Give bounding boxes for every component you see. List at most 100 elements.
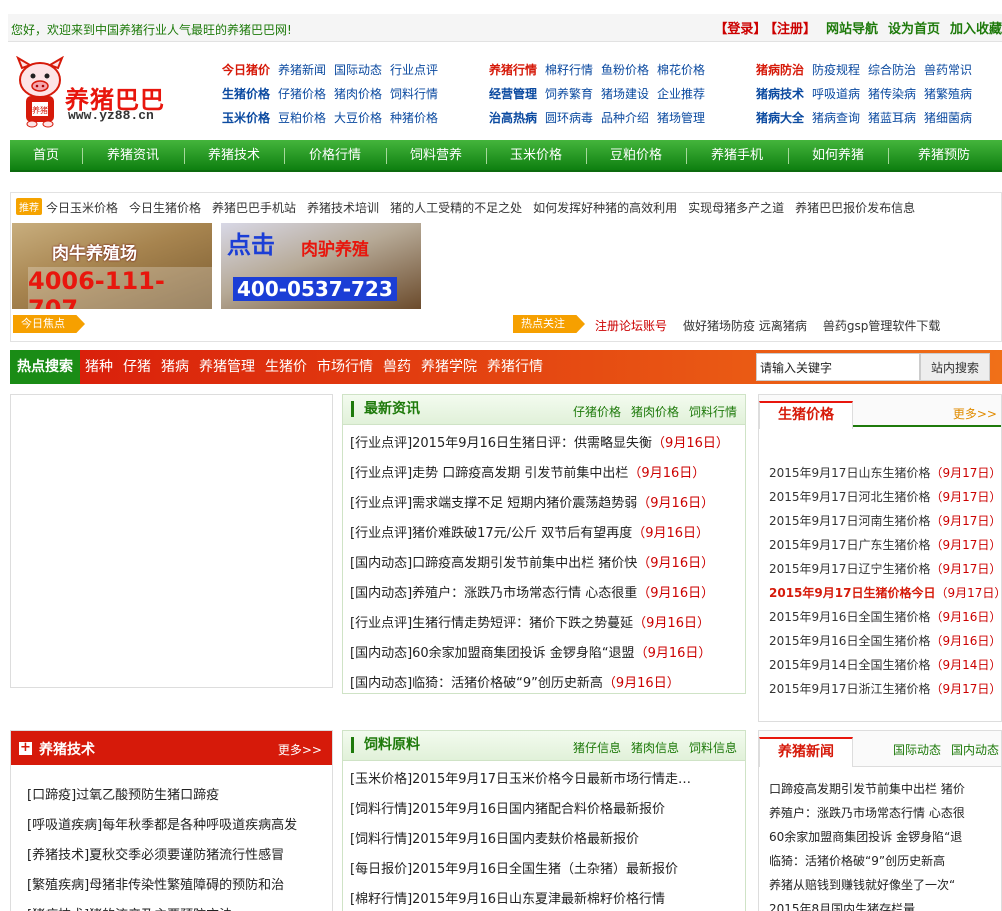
list-item[interactable]: [行业点评]生猪行情走势短评：猪价下跌之势蔓延（9月16日）: [350, 609, 745, 639]
header-nav-link[interactable]: 大豆价格: [334, 111, 382, 125]
header-nav-link[interactable]: 行业点评: [390, 63, 438, 77]
header-nav-link[interactable]: 猪传染病: [868, 87, 916, 101]
recommend-link[interactable]: 养猪巴巴手机站: [212, 201, 296, 215]
header-nav-link[interactable]: 企业推荐: [657, 87, 705, 101]
header-nav-link[interactable]: 种猪价格: [390, 111, 438, 125]
main-nav-item[interactable]: 养猪技术: [184, 140, 284, 172]
list-item[interactable]: [饲料行情]2015年9月16日国内猪配合料价格最新报价: [350, 795, 745, 825]
list-item[interactable]: 2015年9月17日辽宁生猪价格（9月17日）: [769, 557, 1001, 581]
recommend-link[interactable]: 实现母猪多产之道: [688, 201, 784, 215]
set-home-link[interactable]: 设为首页: [888, 22, 940, 37]
main-nav-item[interactable]: 豆粕价格: [586, 140, 686, 172]
list-item[interactable]: 60余家加盟商集团投诉 金锣身陷“退: [769, 825, 1001, 849]
header-nav-link[interactable]: 品种介绍: [601, 111, 649, 125]
hot-link[interactable]: 做好猪场防疫 远离猪病: [683, 319, 807, 333]
list-item[interactable]: [行业点评]猪价难跌破17元/公斤 双节后有望再度（9月16日）: [350, 519, 745, 549]
site-logo[interactable]: 养猪 养猪巴巴 www.yz88.cn: [10, 54, 180, 130]
site-search-button[interactable]: 站内搜索: [920, 353, 990, 381]
list-item[interactable]: [行业点评]需求端支撑不足 短期内猪价震荡趋势弱（9月16日）: [350, 489, 745, 519]
list-item[interactable]: 2015年9月16日全国生猪价格（9月16日）: [769, 629, 1001, 653]
hot-search-word[interactable]: 生猪价: [265, 359, 307, 375]
pig-price-tab[interactable]: 生猪价格: [759, 401, 853, 429]
more-link[interactable]: 猪仔信息: [573, 741, 621, 755]
header-nav-head[interactable]: 猪病防治: [756, 63, 804, 77]
header-nav-link[interactable]: 呼吸道病: [812, 87, 860, 101]
more-link[interactable]: 猪肉信息: [631, 741, 679, 755]
pig-tech-more-link[interactable]: 更多>>: [278, 741, 322, 758]
search-input[interactable]: [756, 353, 920, 381]
list-item[interactable]: 养猪从赔钱到赚钱就好像坐了一次“: [769, 873, 1001, 897]
header-nav-link[interactable]: 豆粕价格: [278, 111, 326, 125]
recommend-link[interactable]: 养猪巴巴报价发布信息: [795, 201, 915, 215]
hot-link[interactable]: 注册论坛账号: [595, 319, 667, 333]
header-nav-head[interactable]: 猪病大全: [756, 111, 804, 125]
hot-search-word[interactable]: 猪种: [85, 359, 113, 375]
list-item[interactable]: 2015年9月16日全国生猪价格（9月16日）: [769, 605, 1001, 629]
header-nav-link[interactable]: 圆环病毒: [545, 111, 593, 125]
header-nav-link[interactable]: 棉花价格: [657, 63, 705, 77]
header-nav-link[interactable]: 饲养繁育: [545, 87, 593, 101]
header-nav-link[interactable]: 猪场建设: [601, 87, 649, 101]
list-item[interactable]: 临猗：活猪价格破“9”创历史新高: [769, 849, 1001, 873]
register-link[interactable]: 【注册】: [770, 22, 816, 37]
list-item[interactable]: [玉米价格]2015年9月17日玉米价格今日最新市场行情走…: [350, 765, 745, 795]
header-nav-link[interactable]: 养猪新闻: [278, 63, 326, 77]
more-link[interactable]: 仔猪价格: [573, 405, 621, 419]
list-item[interactable]: 2015年9月17日河北生猪价格（9月17日）: [769, 485, 1001, 509]
recommend-link[interactable]: 今日生猪价格: [129, 201, 201, 215]
beef-cattle-banner[interactable]: 肉牛养殖场 4006-111-707: [12, 223, 212, 309]
list-item[interactable]: [猪病技术]猪的流产及主要预防方法: [27, 901, 332, 911]
more-link[interactable]: 饲料信息: [689, 741, 737, 755]
list-item[interactable]: [行业点评]走势 口蹄疫高发期 引发节前集中出栏（9月16日）: [350, 459, 745, 489]
header-nav-link[interactable]: 仔猪价格: [278, 87, 326, 101]
main-nav-item[interactable]: 玉米价格: [486, 140, 586, 172]
list-item[interactable]: [饲料行情]2015年9月16日国内麦麸价格最新报价: [350, 825, 745, 855]
header-nav-link[interactable]: 猪蓝耳病: [868, 111, 916, 125]
list-item[interactable]: 2015年9月17日河南生猪价格（9月17日）: [769, 509, 1001, 533]
hot-search-word[interactable]: 仔猪: [123, 359, 151, 375]
pig-price-more-link[interactable]: 更多>>: [953, 405, 997, 422]
hot-search-word[interactable]: 市场行情: [317, 359, 373, 375]
header-nav-link[interactable]: 猪病查询: [812, 111, 860, 125]
list-item[interactable]: 2015年9月17日广东生猪价格（9月17日）: [769, 533, 1001, 557]
list-item[interactable]: [行业点评]2015年9月16日生猪日评：供需略显失衡（9月16日）: [350, 429, 745, 459]
header-nav-link[interactable]: 防疫规程: [812, 63, 860, 77]
header-nav-head[interactable]: 今日猪价: [222, 63, 270, 77]
list-item[interactable]: 2015年8月国内生猪存栏量: [769, 897, 1001, 911]
header-nav-link[interactable]: 棉籽行情: [545, 63, 593, 77]
more-link[interactable]: 猪肉价格: [631, 405, 679, 419]
list-item[interactable]: [呼吸道疾病]每年秋季都是各种呼吸道疾病高发: [27, 811, 332, 841]
recommend-link[interactable]: 养猪技术培训: [307, 201, 379, 215]
header-nav-link[interactable]: 综合防治: [868, 63, 916, 77]
more-link[interactable]: 国内动态: [951, 743, 999, 757]
hot-link[interactable]: 兽药gsp管理软件下载: [823, 319, 941, 333]
list-item[interactable]: [养猪技术]夏秋交季必须要谨防猪流行性感冒: [27, 841, 332, 871]
list-item[interactable]: [繁殖疾病]母猪非传染性繁殖障碍的预防和治: [27, 871, 332, 901]
main-nav-item[interactable]: 价格行情: [284, 140, 386, 172]
list-item[interactable]: [国内动态]口蹄疫高发期引发节前集中出栏 猪价快（9月16日）: [350, 549, 745, 579]
list-item[interactable]: 2015年9月14日全国生猪价格（9月14日）: [769, 653, 1001, 677]
header-nav-head[interactable]: 玉米价格: [222, 111, 270, 125]
header-nav-link[interactable]: 国际动态: [334, 63, 382, 77]
recommend-link[interactable]: 今日玉米价格: [46, 201, 118, 215]
hot-search-word[interactable]: 养猪行情: [487, 359, 543, 375]
header-nav-link[interactable]: 兽药常识: [924, 63, 972, 77]
hot-search-word[interactable]: 养猪学院: [421, 359, 477, 375]
add-favorite-link[interactable]: 加入收藏: [950, 22, 1002, 37]
header-nav-head[interactable]: 生猪价格: [222, 87, 270, 101]
hot-search-word[interactable]: 兽药: [383, 359, 411, 375]
recommend-link[interactable]: 如何发挥好种猪的高效利用: [533, 201, 677, 215]
main-nav-item[interactable]: 养猪预防: [888, 140, 1000, 172]
list-item[interactable]: 2015年9月17日山东生猪价格（9月17日）: [769, 461, 1001, 485]
list-item-highlight[interactable]: 2015年9月17日生猪价格今日（9月17日）: [769, 581, 1002, 605]
list-item[interactable]: [每日报价]2015年9月16日全国生猪（土杂猪）最新报价: [350, 855, 745, 885]
list-item[interactable]: [国内动态]养殖户：涨跌乃市场常态行情 心态很重（9月16日）: [350, 579, 745, 609]
hot-search-word[interactable]: 养猪管理: [199, 359, 255, 375]
recommend-link[interactable]: 猪的人工受精的不足之处: [390, 201, 522, 215]
more-link[interactable]: 国际动态: [893, 743, 941, 757]
header-nav-link[interactable]: 鱼粉价格: [601, 63, 649, 77]
list-item[interactable]: [棉籽行情]2015年9月16日山东夏津最新棉籽价格行情: [350, 885, 745, 911]
list-item[interactable]: 口蹄疫高发期引发节前集中出栏 猪价: [769, 777, 1001, 801]
header-nav-link[interactable]: 猪细菌病: [924, 111, 972, 125]
header-nav-head[interactable]: 经营管理: [489, 87, 537, 101]
